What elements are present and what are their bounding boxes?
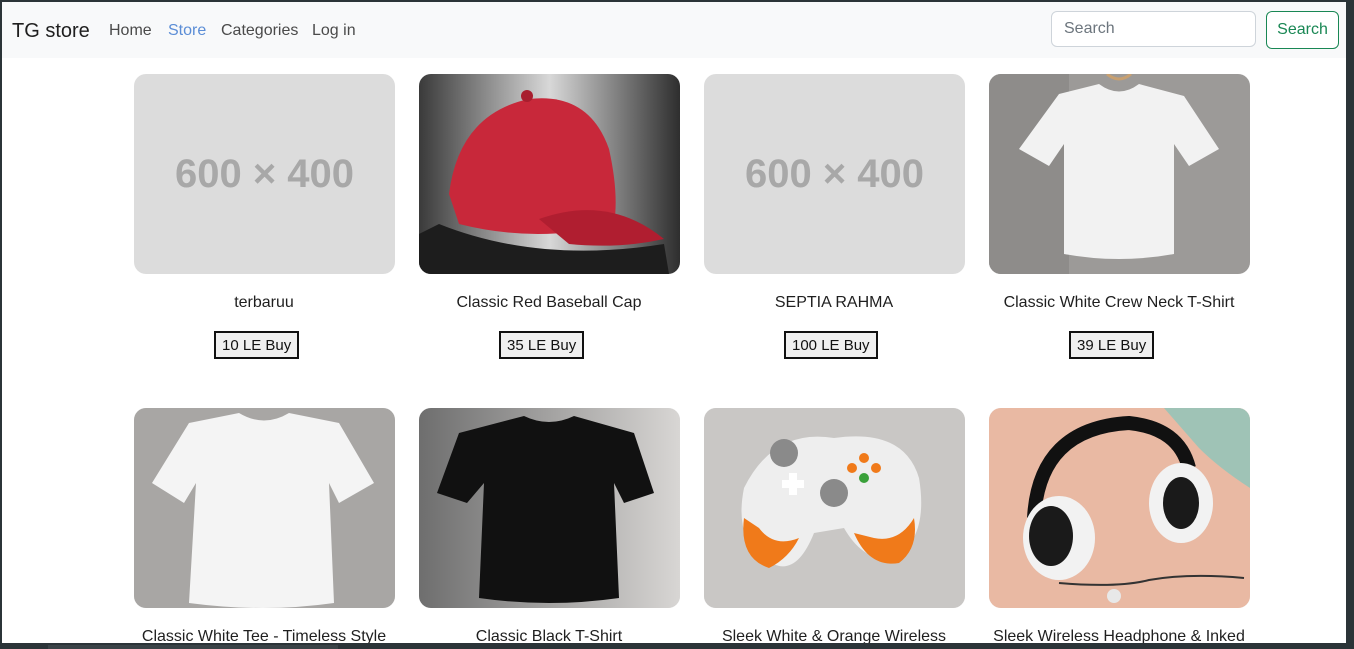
white-tshirt-hanger-image[interactable] — [989, 74, 1250, 274]
buy-button[interactable]: 39 LE Buy — [1069, 331, 1155, 359]
placeholder-label: 600 × 400 — [174, 151, 355, 196]
game-controller-image[interactable] — [704, 408, 965, 608]
navbar: TG store Home Store Categories Log in Se… — [2, 2, 1346, 58]
buy-button[interactable]: 10 LE Buy — [214, 331, 300, 359]
product-image-placeholder[interactable]: 600 × 400 — [704, 74, 965, 274]
placeholder-label: 600 × 400 — [744, 151, 925, 196]
brand-logo[interactable]: TG store — [12, 20, 90, 43]
nav-categories[interactable]: Categories — [221, 22, 298, 40]
product-image-placeholder[interactable]: 600 × 400 — [134, 74, 395, 274]
black-tshirt-image[interactable] — [419, 408, 680, 608]
product-name: Classic Red Baseball Cap — [456, 294, 642, 311]
buy-button[interactable]: 35 LE Buy — [499, 331, 585, 359]
buy-button[interactable]: 100 LE Buy — [784, 331, 878, 359]
headphones-image[interactable] — [989, 408, 1250, 608]
product-card: Sleek White & Orange Wireless — [704, 408, 966, 645]
product-card: Classic Red Baseball Cap 35 LE Buy — [419, 74, 681, 359]
product-name: Classic White Crew Neck T-Shirt — [1003, 294, 1235, 311]
product-card: 600 × 400 SEPTIA RAHMA 100 LE Buy — [704, 74, 966, 359]
product-name: terbaruu — [234, 294, 294, 311]
nav-store[interactable]: Store — [168, 22, 206, 40]
nav-login[interactable]: Log in — [312, 22, 356, 40]
search-button[interactable]: Search — [1266, 11, 1339, 49]
nav-home[interactable]: Home — [109, 22, 152, 40]
search-input[interactable] — [1051, 11, 1256, 47]
white-tee-image[interactable] — [134, 408, 395, 608]
product-name: SEPTIA RAHMA — [774, 294, 894, 311]
product-card: Sleek Wireless Headphone & Inked — [989, 408, 1251, 645]
product-card: Classic Black T-Shirt — [419, 408, 681, 645]
product-card: Classic White Crew Neck T-Shirt 39 LE Bu… — [989, 74, 1251, 359]
product-card: Classic White Tee - Timeless Style — [134, 408, 396, 645]
red-cap-image[interactable] — [419, 74, 680, 274]
product-card: 600 × 400 terbaruu 10 LE Buy — [134, 74, 396, 359]
